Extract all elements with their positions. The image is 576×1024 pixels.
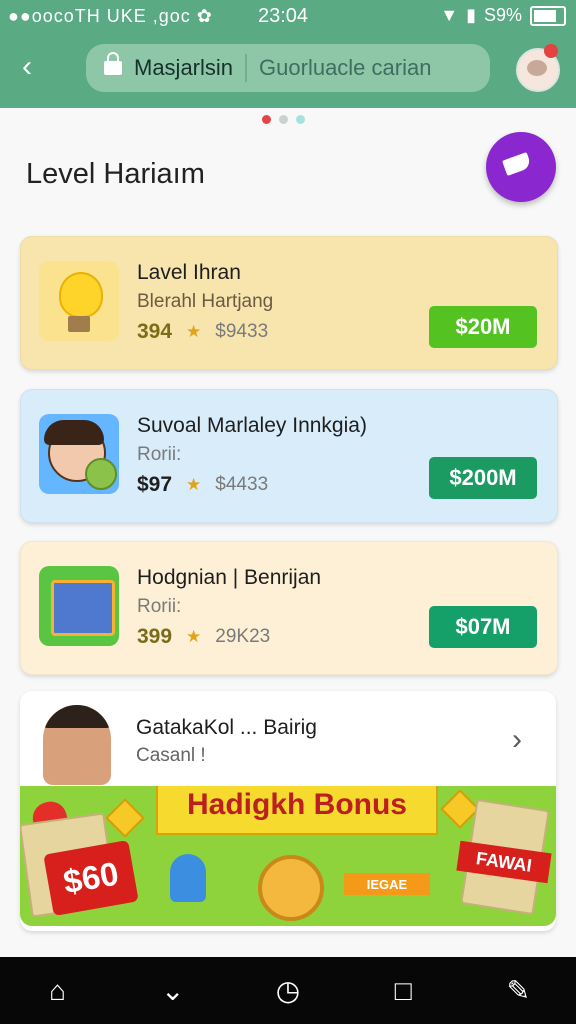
coin-icon xyxy=(258,855,324,921)
chevron-right-icon[interactable]: › xyxy=(512,725,532,755)
ball-icon xyxy=(85,458,117,490)
card-subtitle: Blerahl Hartjang xyxy=(137,291,274,312)
box-thumbnail xyxy=(39,566,119,646)
promo-meta: Casanl ! xyxy=(136,745,206,766)
child-hair xyxy=(44,420,104,445)
lightbulb-base xyxy=(68,316,90,332)
card-title: Lavel Ihran xyxy=(137,261,241,284)
status-time: 23:04 xyxy=(258,5,309,27)
box-icon xyxy=(51,580,115,636)
arrow-label: IEGAE xyxy=(344,873,430,895)
buy-button[interactable]: $200M xyxy=(429,457,537,499)
price-row: $97 ★ $4433 xyxy=(137,473,268,497)
status-right: ▼ ▮ S9% xyxy=(440,5,566,26)
search-text[interactable]: Guorluacle carian xyxy=(259,55,431,81)
status-bar: ●●oocoTH UKE ,goc ✿ 23:04 ▼ ▮ S9% xyxy=(0,0,576,32)
battery-text: S9% xyxy=(483,5,522,25)
bonus-badge: $60 xyxy=(43,840,139,916)
app-header: ●●oocoTH UKE ,goc ✿ 23:04 ▼ ▮ S9% ‹ Masj… xyxy=(0,0,576,108)
site-name: Masjarlsin xyxy=(134,55,234,80)
person-avatar xyxy=(43,705,111,785)
chevron-left-icon: ‹ xyxy=(22,50,32,83)
lightbulb-icon xyxy=(59,272,103,318)
page-title: Level Hariaım xyxy=(26,158,205,190)
product-card[interactable]: Suvoal Marlaley Innkgia) Rorii: $97 ★ $4… xyxy=(20,389,558,523)
toy-icon xyxy=(170,854,206,902)
page-dot xyxy=(296,115,305,124)
price-row: 394 ★ $9433 xyxy=(137,320,268,344)
old-price: $9433 xyxy=(215,321,269,342)
signal-icon: ▮ xyxy=(466,5,476,25)
card-subtitle: Rorii: xyxy=(137,596,182,617)
clock-icon[interactable]: ◷ xyxy=(268,971,308,1011)
wifi-icon: ▼ xyxy=(440,5,459,25)
star-icon: ★ xyxy=(186,627,202,646)
old-price: 29K23 xyxy=(215,626,271,647)
address-separator xyxy=(245,54,248,82)
price-row: 399 ★ 29K23 xyxy=(137,625,270,649)
avatar-icon xyxy=(527,60,547,76)
card-subtitle: Rorii: xyxy=(137,444,182,465)
buy-button[interactable]: $20M xyxy=(429,306,537,348)
old-price: $4433 xyxy=(215,474,269,495)
price: 394 xyxy=(137,320,173,343)
price: $97 xyxy=(137,473,173,496)
lock-icon xyxy=(104,52,122,75)
child-thumbnail xyxy=(39,414,119,494)
star-icon: ★ xyxy=(186,322,202,341)
page-indicator xyxy=(262,115,305,124)
price: 399 xyxy=(137,625,173,648)
lightbulb-thumbnail xyxy=(39,261,119,341)
page-dot xyxy=(279,115,288,124)
down-chevron-icon[interactable]: ⌄ xyxy=(153,971,193,1011)
card-title: Suvoal Marlaley Innkgia) xyxy=(137,414,367,437)
star-icon: ★ xyxy=(186,475,202,494)
bonus-banner[interactable]: Hadigkh Bonus $60 IEGAE FAWAI xyxy=(20,786,556,926)
product-card[interactable]: Hodgnian | Benrijan Rorii: 399 ★ 29K23 $… xyxy=(20,541,558,675)
notification-badge xyxy=(544,44,558,58)
gem-icon xyxy=(105,798,145,838)
buy-button[interactable]: $07M xyxy=(429,606,537,648)
product-card[interactable]: Lavel Ihran Blerahl Hartjang 394 ★ $9433… xyxy=(20,236,558,370)
promo-card[interactable]: GatakaKol ... Bairig Casanl ! › Hadigkh … xyxy=(20,691,556,931)
bottom-navigation: ⌂ ⌄ ◷ □ ✎ xyxy=(0,957,576,1024)
square-icon[interactable]: □ xyxy=(383,971,423,1011)
megaphone-button[interactable] xyxy=(486,132,556,202)
status-left-text: ●●oocoTH UKE ,goc ✿ xyxy=(8,6,213,26)
battery-icon xyxy=(530,5,566,26)
page-dot-active xyxy=(262,115,271,124)
address-bar[interactable]: Masjarlsin Guorluacle carian xyxy=(86,44,490,92)
back-button[interactable]: ‹ xyxy=(22,50,52,84)
promo-name: GatakaKol ... Bairig xyxy=(136,716,317,739)
edit-icon[interactable]: ✎ xyxy=(498,971,538,1011)
card-title: Hodgnian | Benrijan xyxy=(137,566,322,589)
banner-title: Hadigkh Bonus xyxy=(156,786,438,835)
home-icon[interactable]: ⌂ xyxy=(38,971,78,1011)
